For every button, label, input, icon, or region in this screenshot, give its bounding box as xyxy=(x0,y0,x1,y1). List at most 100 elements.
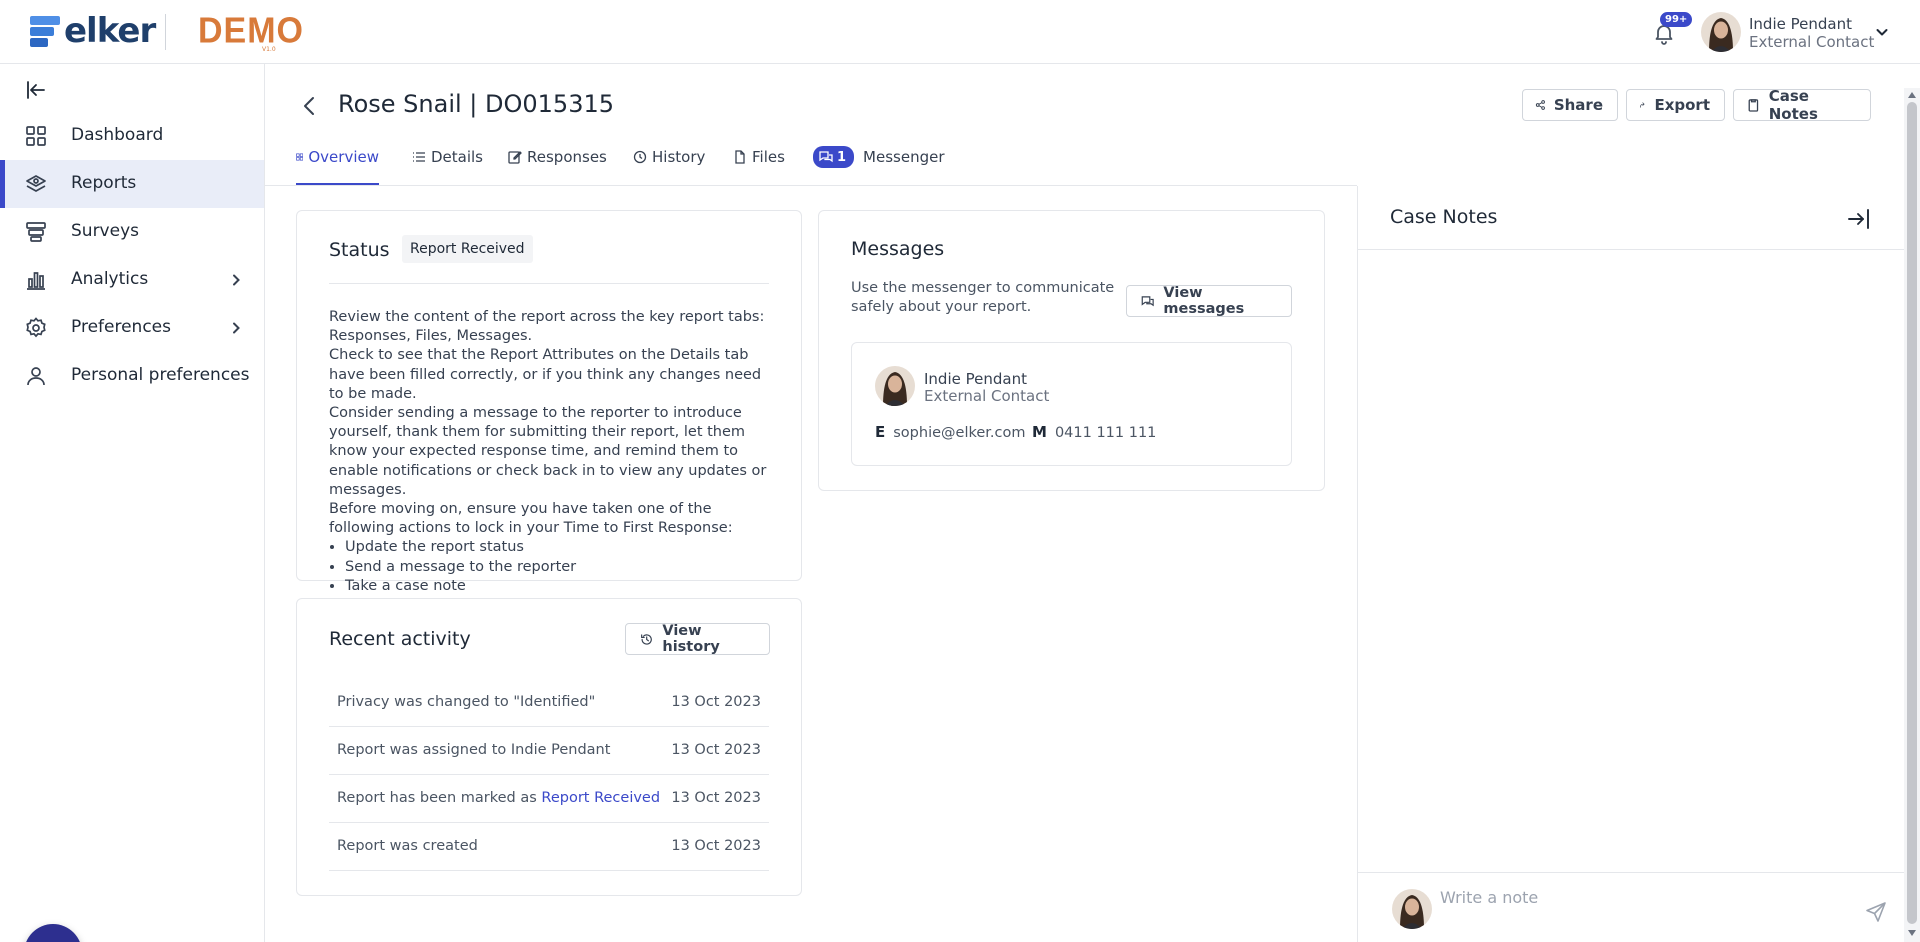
messenger-count: 1 xyxy=(837,149,847,165)
share-button[interactable]: Share xyxy=(1522,89,1618,121)
close-panel-icon[interactable] xyxy=(1846,206,1872,232)
demo-version: V1.0 xyxy=(262,46,276,53)
case-notes-title: Case Notes xyxy=(1390,206,1498,228)
collapse-sidebar-icon[interactable] xyxy=(24,78,48,102)
status-badge[interactable]: Report Received xyxy=(402,235,533,263)
tab-label: Messenger xyxy=(863,148,945,166)
avatar xyxy=(1392,889,1432,929)
sidebar-item-personal-preferences[interactable]: Personal preferences xyxy=(0,352,264,400)
sidebar-item-label: Analytics xyxy=(71,269,149,289)
elker-logo[interactable]: elker xyxy=(30,11,156,51)
activity-date: 13 Oct 2023 xyxy=(671,742,761,758)
case-notes-panel: Case Notes xyxy=(1357,186,1905,942)
back-arrow-icon[interactable] xyxy=(298,94,322,118)
gear-icon xyxy=(26,317,46,338)
demo-label: DEMO xyxy=(198,11,304,51)
sidebar-item-reports[interactable]: Reports xyxy=(0,160,264,208)
scroll-up-icon[interactable] xyxy=(1908,92,1916,98)
instruction-paragraph: Check to see that the Report Attributes … xyxy=(329,347,762,402)
activity-text: Report was assigned to Indie Pendant xyxy=(337,742,611,758)
mobile-label: M xyxy=(1032,423,1047,441)
scroll-down-icon[interactable] xyxy=(1908,930,1916,936)
avatar[interactable] xyxy=(1701,12,1741,52)
messages-card-title: Messages xyxy=(851,238,945,260)
page-scrollbar[interactable] xyxy=(1904,88,1920,942)
activity-date: 13 Oct 2023 xyxy=(671,790,761,806)
activity-date: 13 Oct 2023 xyxy=(671,694,761,710)
send-icon[interactable] xyxy=(1864,900,1888,924)
activity-text: Privacy was changed to "Identified" xyxy=(337,694,596,710)
sidebar-item-label: Personal preferences xyxy=(71,365,250,385)
sidebar-item-label: Surveys xyxy=(71,221,139,241)
tab-files[interactable]: Files xyxy=(733,138,785,186)
sidebar-item-preferences[interactable]: Preferences xyxy=(0,304,264,352)
status-instructions: Review the content of the report across … xyxy=(329,308,774,596)
sidebar: Dashboard Reports Surveys Analytics Pref… xyxy=(0,64,265,942)
contact-name: Indie Pendant xyxy=(924,370,1027,388)
tabs-divider xyxy=(265,185,1357,186)
view-history-button[interactable]: View history xyxy=(625,623,770,655)
reports-icon xyxy=(26,175,46,192)
list-item: Send a message to the reporter xyxy=(345,558,774,577)
logo-text: elker xyxy=(64,11,156,51)
status-divider xyxy=(329,283,769,284)
status-card-title: Status xyxy=(329,239,390,261)
case-notes-footer-divider xyxy=(1358,872,1905,873)
contact-role: External Contact xyxy=(924,387,1050,405)
activity-text-prefix: Report has been marked as xyxy=(337,790,542,806)
export-button[interactable]: Export xyxy=(1626,89,1725,121)
contact-card: Indie Pendant External Contact Esophie@e… xyxy=(851,342,1292,466)
messages-description: Use the messenger to communicate safely … xyxy=(851,280,1115,315)
action-list: Update the report status Send a message … xyxy=(329,538,774,596)
top-bar: elker DEMO V1.0 99+ Indie Pendant Extern… xyxy=(0,0,1920,64)
sidebar-item-dashboard[interactable]: Dashboard xyxy=(0,112,264,160)
list-item: Update the report status xyxy=(345,538,774,557)
sidebar-item-label: Preferences xyxy=(71,317,171,337)
sidebar-item-surveys[interactable]: Surveys xyxy=(0,208,264,256)
user-role: External Contact xyxy=(1749,33,1875,51)
chevron-right-icon xyxy=(233,274,240,286)
instruction-paragraph: Review the content of the report across … xyxy=(329,309,765,345)
case-notes-divider xyxy=(1358,249,1905,250)
table-row: Report has been marked as Report Receive… xyxy=(329,775,769,823)
chat-launcher-button[interactable] xyxy=(24,924,82,942)
share-icon xyxy=(1535,100,1545,110)
tab-label: Details xyxy=(431,148,484,166)
table-row: Report was assigned to Indie Pendant 13 … xyxy=(329,727,769,775)
sidebar-item-label: Reports xyxy=(71,173,137,193)
status-link[interactable]: Report Received xyxy=(541,790,660,806)
email-label: E xyxy=(875,423,886,441)
tab-history[interactable]: History xyxy=(633,138,705,186)
clipboard-icon xyxy=(1748,99,1759,112)
recent-activity-card: Recent activity View history Privacy was… xyxy=(296,598,802,896)
bar-chart-icon xyxy=(27,272,45,290)
messages-card: Messages Use the messenger to communicat… xyxy=(818,210,1325,491)
scrollbar-thumb[interactable] xyxy=(1907,102,1917,924)
avatar xyxy=(875,366,915,406)
tab-overview[interactable]: Overview xyxy=(296,138,379,186)
surveys-icon xyxy=(26,222,46,242)
tab-details[interactable]: Details xyxy=(412,138,483,186)
tab-messenger[interactable]: 1 Messenger xyxy=(813,138,945,186)
view-messages-button[interactable]: View messages xyxy=(1126,285,1292,317)
page-title: Rose Snail | DO015315 xyxy=(338,90,614,118)
chevron-down-icon[interactable] xyxy=(1874,24,1890,40)
sidebar-item-label: Dashboard xyxy=(71,125,164,145)
export-icon xyxy=(1640,102,1645,108)
sidebar-item-analytics[interactable]: Analytics xyxy=(0,256,264,304)
note-input[interactable] xyxy=(1440,882,1840,912)
list-item: Take a case note xyxy=(345,577,774,596)
case-notes-button[interactable]: Case Notes xyxy=(1733,87,1871,123)
tab-responses[interactable]: Responses xyxy=(508,138,607,186)
table-row: Report was created 13 Oct 2023 xyxy=(329,823,769,871)
email-value[interactable]: sophie@elker.com xyxy=(893,425,1025,441)
logo-divider xyxy=(165,14,166,50)
chevron-right-icon xyxy=(233,322,240,334)
export-label: Export xyxy=(1654,96,1710,114)
activity-text: Report has been marked as Report Receive… xyxy=(337,790,660,806)
history-icon xyxy=(641,633,652,645)
view-messages-label: View messages xyxy=(1163,285,1245,317)
elker-logo-mark-icon xyxy=(30,14,60,48)
mobile-value[interactable]: 0411 111 111 xyxy=(1055,425,1156,441)
instruction-paragraph: Consider sending a message to the report… xyxy=(329,405,767,498)
